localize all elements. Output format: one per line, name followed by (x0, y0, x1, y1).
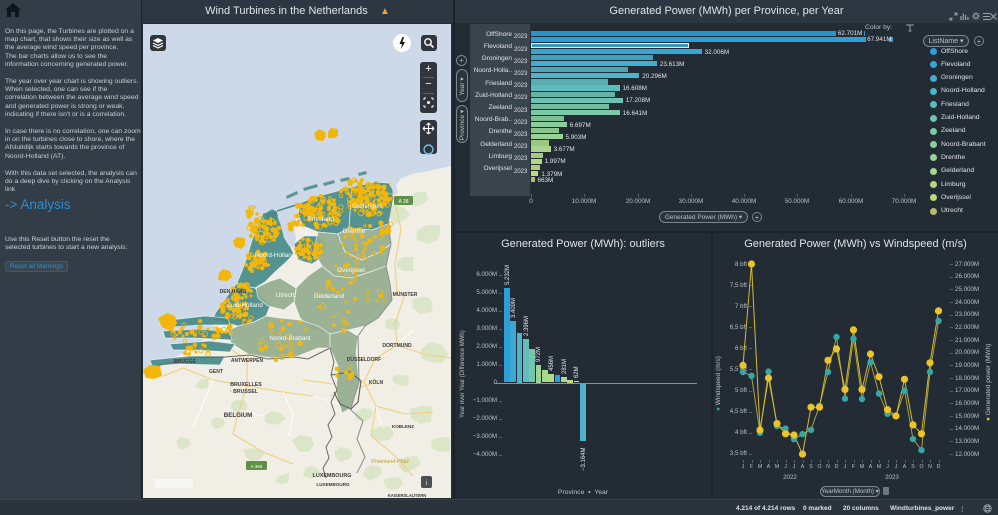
svg-text:Friesland: Friesland (308, 216, 334, 223)
svg-text:DORTMUND: DORTMUND (382, 343, 412, 349)
svg-text:· BRUSSEL: · BRUSSEL (230, 389, 259, 395)
svg-text:Drenthe: Drenthe (343, 228, 366, 235)
svg-text:DÜSSELDORF: DÜSSELDORF (347, 356, 381, 363)
svg-text:Noord-Brabant: Noord-Brabant (269, 335, 311, 342)
svg-text:Noord-Holland: Noord-Holland (255, 252, 296, 259)
svg-text:Utrecht: Utrecht (276, 292, 297, 299)
svg-text:Gelderland: Gelderland (314, 293, 345, 300)
svg-text:LUXEMBOURG: LUXEMBOURG (316, 482, 350, 487)
svg-text:GENT: GENT (209, 369, 223, 375)
svg-text:KAISERSLAUTERN: KAISERSLAUTERN (388, 493, 427, 498)
svg-text:KOBLENZ: KOBLENZ (392, 424, 414, 429)
svg-text:Rheinland-Pfalz: Rheinland-Pfalz (371, 459, 409, 465)
svg-text:LUXEMBOURG: LUXEMBOURG (313, 473, 352, 479)
svg-text:Groningen: Groningen (352, 203, 382, 210)
svg-text:A 356: A 356 (251, 464, 263, 469)
svg-text:A 38: A 38 (398, 199, 408, 205)
svg-text:Zuid-Holland: Zuid-Holland (227, 302, 263, 309)
svg-text:Overijssel: Overijssel (337, 267, 365, 274)
svg-text:BRUGGE: BRUGGE (174, 359, 197, 365)
svg-text:ANTWERPEN: ANTWERPEN (231, 358, 264, 364)
svg-text:MÜNSTER: MÜNSTER (393, 291, 418, 298)
svg-text:KÖLN: KÖLN (369, 379, 384, 386)
svg-text:DEN HAAG: DEN HAAG (220, 289, 247, 295)
svg-text:BELGIUM: BELGIUM (224, 412, 253, 419)
svg-text:BRUXELLES: BRUXELLES (230, 382, 262, 388)
